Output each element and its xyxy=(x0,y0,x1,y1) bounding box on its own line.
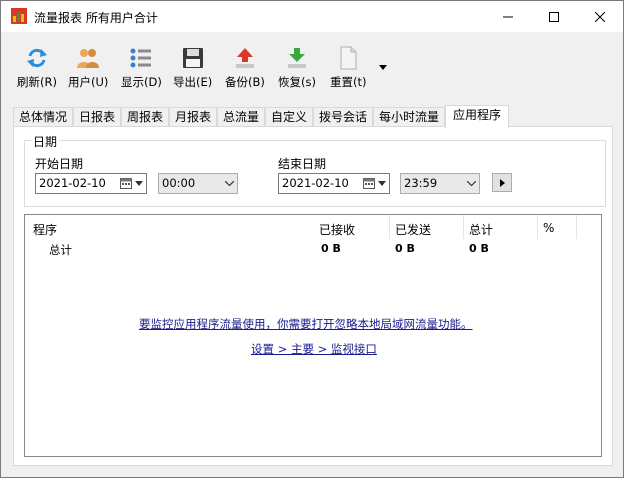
toolbar: 刷新(R) 用户(U) 显示(D) 导出(E) 备份(B) 恢复(s) 重置(t… xyxy=(1,32,623,97)
display-label: 显示(D) xyxy=(121,75,162,89)
backup-button[interactable]: 备份(B) xyxy=(225,46,265,92)
chevron-down-icon[interactable] xyxy=(135,181,143,186)
tab-applications[interactable]: 应用程序 xyxy=(445,105,509,128)
tab-bar: 总体情况 日报表 周报表 月报表 总流量 自定义 拨号会话 每小时流量 应用程序 xyxy=(13,105,613,128)
chevron-down-icon xyxy=(467,181,476,186)
close-icon xyxy=(595,11,605,22)
close-button[interactable] xyxy=(577,1,623,32)
tab-overview[interactable]: 总体情况 xyxy=(13,107,73,127)
date-group-title: 日期 xyxy=(31,133,60,150)
row-total: 0 B xyxy=(469,242,489,255)
date-groupbox: 日期 开始日期 2021-02-10 00:00 结束日期 2021-02-10 xyxy=(24,133,606,207)
minimize-button[interactable] xyxy=(485,1,531,32)
app-window: 流量报表 所有用户合计 刷新(R) 用户(U) 显示(D) 导出(E) 备份(B… xyxy=(0,0,624,478)
reset-button[interactable]: 重置(t) xyxy=(330,46,366,92)
column-header-received[interactable]: 已接收 xyxy=(319,221,355,238)
column-separator[interactable] xyxy=(537,215,538,239)
column-header-percent[interactable]: % xyxy=(543,221,554,235)
tab-dialup-sessions[interactable]: 拨号会话 xyxy=(313,107,373,127)
calendar-icon[interactable] xyxy=(363,177,375,189)
tab-hourly-traffic[interactable]: 每小时流量 xyxy=(373,107,445,127)
window-title: 流量报表 所有用户合计 xyxy=(34,11,158,25)
row-sent: 0 B xyxy=(395,242,415,255)
chevron-down-icon[interactable] xyxy=(378,181,386,186)
end-time-select[interactable]: 23:59 xyxy=(400,173,480,194)
display-button[interactable]: 显示(D) xyxy=(121,46,162,92)
restore-button[interactable]: 恢复(s) xyxy=(278,46,316,92)
title-bar[interactable]: 流量报表 所有用户合计 xyxy=(1,1,623,32)
column-header-program[interactable]: 程序 xyxy=(33,221,57,238)
start-time-value: 00:00 xyxy=(162,176,196,190)
save-icon xyxy=(182,48,203,68)
reset-icon xyxy=(340,46,357,70)
enable-app-monitoring-link[interactable]: 要监控应用程序流量使用，你需要打开忽略本地局域网流量功能。 xyxy=(139,316,473,332)
export-button[interactable]: 导出(E) xyxy=(173,46,212,92)
row-received: 0 B xyxy=(321,242,341,255)
end-date-picker[interactable]: 2021-02-10 xyxy=(278,173,390,194)
column-separator[interactable] xyxy=(389,215,390,239)
tab-panel-applications: 日期 开始日期 2021-02-10 00:00 结束日期 2021-02-10 xyxy=(13,126,613,466)
column-separator[interactable] xyxy=(576,215,577,239)
backup-icon xyxy=(235,48,254,68)
column-header-total[interactable]: 总计 xyxy=(469,221,493,238)
users-button[interactable]: 用户(U) xyxy=(68,46,108,92)
play-arrow-icon xyxy=(499,178,505,187)
tab-total-traffic[interactable]: 总流量 xyxy=(217,107,265,127)
tab-daily[interactable]: 日报表 xyxy=(73,107,121,127)
backup-label: 备份(B) xyxy=(225,75,265,89)
restore-label: 恢复(s) xyxy=(278,75,316,89)
refresh-icon xyxy=(26,48,47,68)
tab-monthly[interactable]: 月报表 xyxy=(169,107,217,127)
start-date-picker[interactable]: 2021-02-10 xyxy=(35,173,147,194)
export-label: 导出(E) xyxy=(173,75,213,89)
restore-icon xyxy=(287,48,306,68)
maximize-icon xyxy=(549,11,559,22)
apply-date-range-button[interactable] xyxy=(492,173,512,192)
refresh-button[interactable]: 刷新(R) xyxy=(17,46,57,92)
row-program: 总计 xyxy=(49,243,72,257)
reset-dropdown-icon[interactable] xyxy=(379,65,387,70)
reset-label: 重置(t) xyxy=(330,75,367,89)
maximize-button[interactable] xyxy=(531,1,577,32)
start-time-select[interactable]: 00:00 xyxy=(158,173,238,194)
end-date-value: 2021-02-10 xyxy=(282,176,349,190)
end-date-label: 结束日期 xyxy=(278,157,327,171)
display-icon xyxy=(130,48,152,68)
end-time-value: 23:59 xyxy=(404,176,438,190)
tab-custom[interactable]: 自定义 xyxy=(265,107,313,127)
start-date-label: 开始日期 xyxy=(35,157,84,171)
minimize-icon xyxy=(503,16,513,17)
users-icon xyxy=(77,49,100,68)
start-date-value: 2021-02-10 xyxy=(39,176,106,190)
app-chart-icon xyxy=(11,8,27,24)
users-label: 用户(U) xyxy=(68,75,109,89)
column-header-sent[interactable]: 已发送 xyxy=(395,221,431,238)
calendar-icon[interactable] xyxy=(120,177,132,189)
applications-list[interactable]: 程序 已接收 已发送 总计 % 总计 0 B 0 B 0 B 要监控应用程序流量… xyxy=(24,214,602,457)
refresh-label: 刷新(R) xyxy=(17,75,57,89)
column-separator[interactable] xyxy=(463,215,464,239)
chevron-down-icon xyxy=(225,181,234,186)
settings-path-link[interactable]: 设置 > 主要 > 监视接口 xyxy=(251,341,377,357)
tab-weekly[interactable]: 周报表 xyxy=(121,107,169,127)
